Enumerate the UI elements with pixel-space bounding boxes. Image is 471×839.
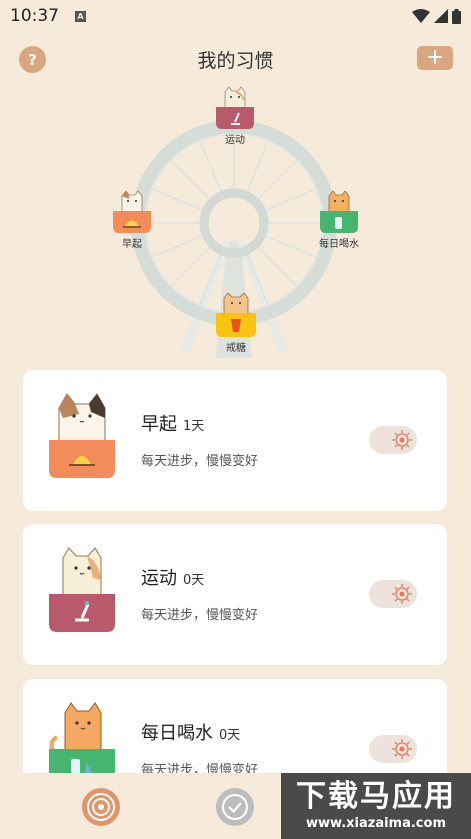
habit-motto: 每天进步，慢慢变好: [141, 454, 259, 469]
habit-cat-illustration: [49, 546, 115, 632]
watermark-logo: 下载马应用 www.xiazaima.com: [281, 773, 471, 839]
wheel-node-label: 戒糖: [226, 343, 246, 354]
watermark-main-text: 下载马应用: [296, 778, 456, 814]
wifi-icon: [412, 9, 430, 23]
habit-title-row: 早起 1天: [141, 410, 204, 436]
tab-habits-target-icon[interactable]: [82, 788, 120, 826]
notification-a-icon: A: [75, 10, 86, 22]
habit-cat-illustration: [49, 392, 115, 478]
watermark-url: www.xiazaima.com: [306, 815, 446, 831]
habit-checkin-toggle[interactable]: [369, 580, 417, 608]
habit-days: 0天: [219, 728, 241, 743]
cat-calico-icon: [49, 393, 115, 478]
habit-checkin-toggle[interactable]: [369, 426, 417, 454]
cat-cream-icon: [49, 547, 115, 632]
sunrise-icon: [113, 211, 151, 233]
water-bottle-icon: [320, 211, 358, 233]
wheel-node-label: 每日喝水: [319, 239, 359, 250]
status-time: 10:37: [10, 6, 59, 26]
flower-knob-icon: [392, 430, 412, 450]
habit-checkin-toggle[interactable]: [369, 735, 417, 763]
wheel-node-early-rise[interactable]: 早起: [108, 190, 156, 250]
flower-knob-icon: [392, 739, 412, 759]
flower-knob-icon: [392, 584, 412, 604]
cat-calico-icon: [223, 292, 249, 314]
habit-name: 运动: [141, 568, 177, 589]
cup-icon: [216, 313, 256, 337]
habit-card-exercise[interactable]: 运动 0天 每天进步，慢慢变好: [23, 524, 447, 665]
habit-name: 每日喝水: [141, 723, 213, 744]
page-title: 我的习惯: [197, 50, 274, 72]
habit-wheel: 运动 每日喝水 戒糖 早起: [113, 80, 360, 365]
signal-icon: [434, 9, 448, 23]
habit-days: 0天: [183, 573, 205, 588]
habit-title-row: 每日喝水 0天: [141, 719, 240, 745]
battery-icon: [452, 8, 461, 24]
header: ? 我的习惯 +: [0, 38, 471, 78]
habit-days: 1天: [183, 419, 205, 434]
habit-card-early-rise[interactable]: 早起 1天 每天进步，慢慢变好: [23, 370, 447, 511]
microscope-icon: [216, 107, 254, 129]
status-bar: 10:37 A: [0, 0, 471, 32]
cat-cream-icon: [224, 86, 246, 108]
cat-calico-icon: [121, 190, 143, 212]
habit-motto: 每天进步，慢慢变好: [141, 608, 259, 623]
wheel-node-water[interactable]: 每日喝水: [313, 190, 365, 250]
wheel-node-label: 运动: [225, 135, 245, 146]
tab-checkin-check-icon[interactable]: [216, 788, 254, 826]
habit-title-row: 运动 0天: [141, 564, 204, 590]
wheel-node-exercise[interactable]: 运动: [210, 86, 260, 146]
habit-name: 早起: [141, 414, 177, 435]
status-indicators: [412, 8, 461, 24]
cat-orange-icon: [328, 190, 350, 212]
wheel-node-label: 早起: [122, 239, 142, 250]
add-habit-button[interactable]: +: [417, 46, 453, 70]
wheel-node-no-sugar[interactable]: 戒糖: [214, 292, 258, 354]
